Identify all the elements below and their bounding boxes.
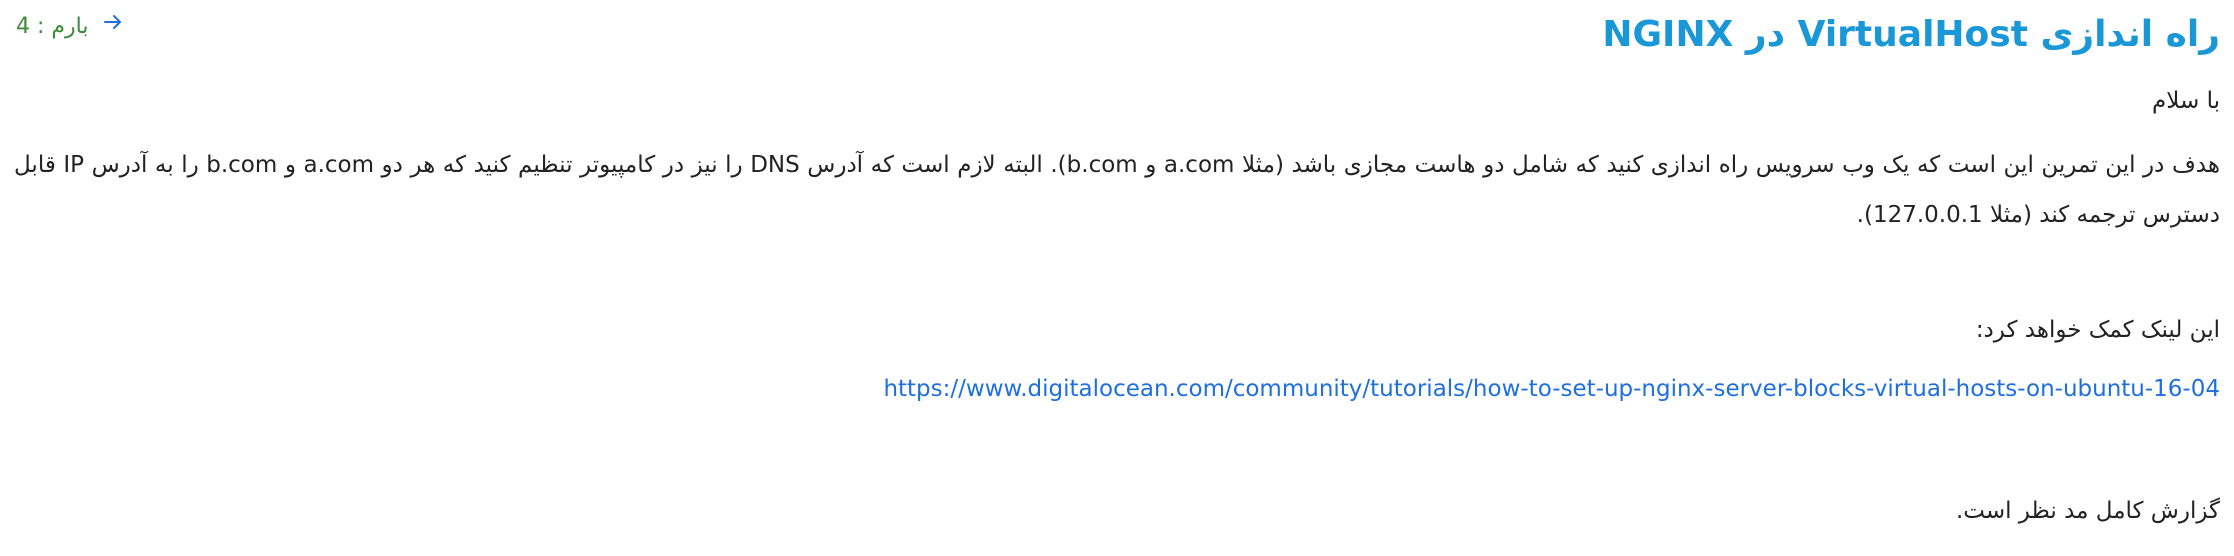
link-line: https://www.digitalocean.com/community/t… [883,372,2220,406]
description-paragraph: هدف در این تمرین این است که یک وب سرویس … [14,152,2220,228]
arrow-right-icon[interactable] [102,11,124,33]
assignment-page: راه اندازی VirtualHost در NGINX بارم : 4… [0,0,2234,556]
report-note-text: گزارش کامل مد نظر است. [1955,498,2220,524]
score-label: بارم : 4 [16,14,89,39]
page-title: راه اندازی VirtualHost در NGINX [1602,14,2220,55]
tutorial-link[interactable]: https://www.digitalocean.com/community/t… [883,376,2220,402]
link-intro-text: این لینک کمک خواهد کرد: [1975,317,2220,343]
greeting-text: با سلام [2152,88,2220,114]
score-widget: بارم : 4 [16,10,124,44]
